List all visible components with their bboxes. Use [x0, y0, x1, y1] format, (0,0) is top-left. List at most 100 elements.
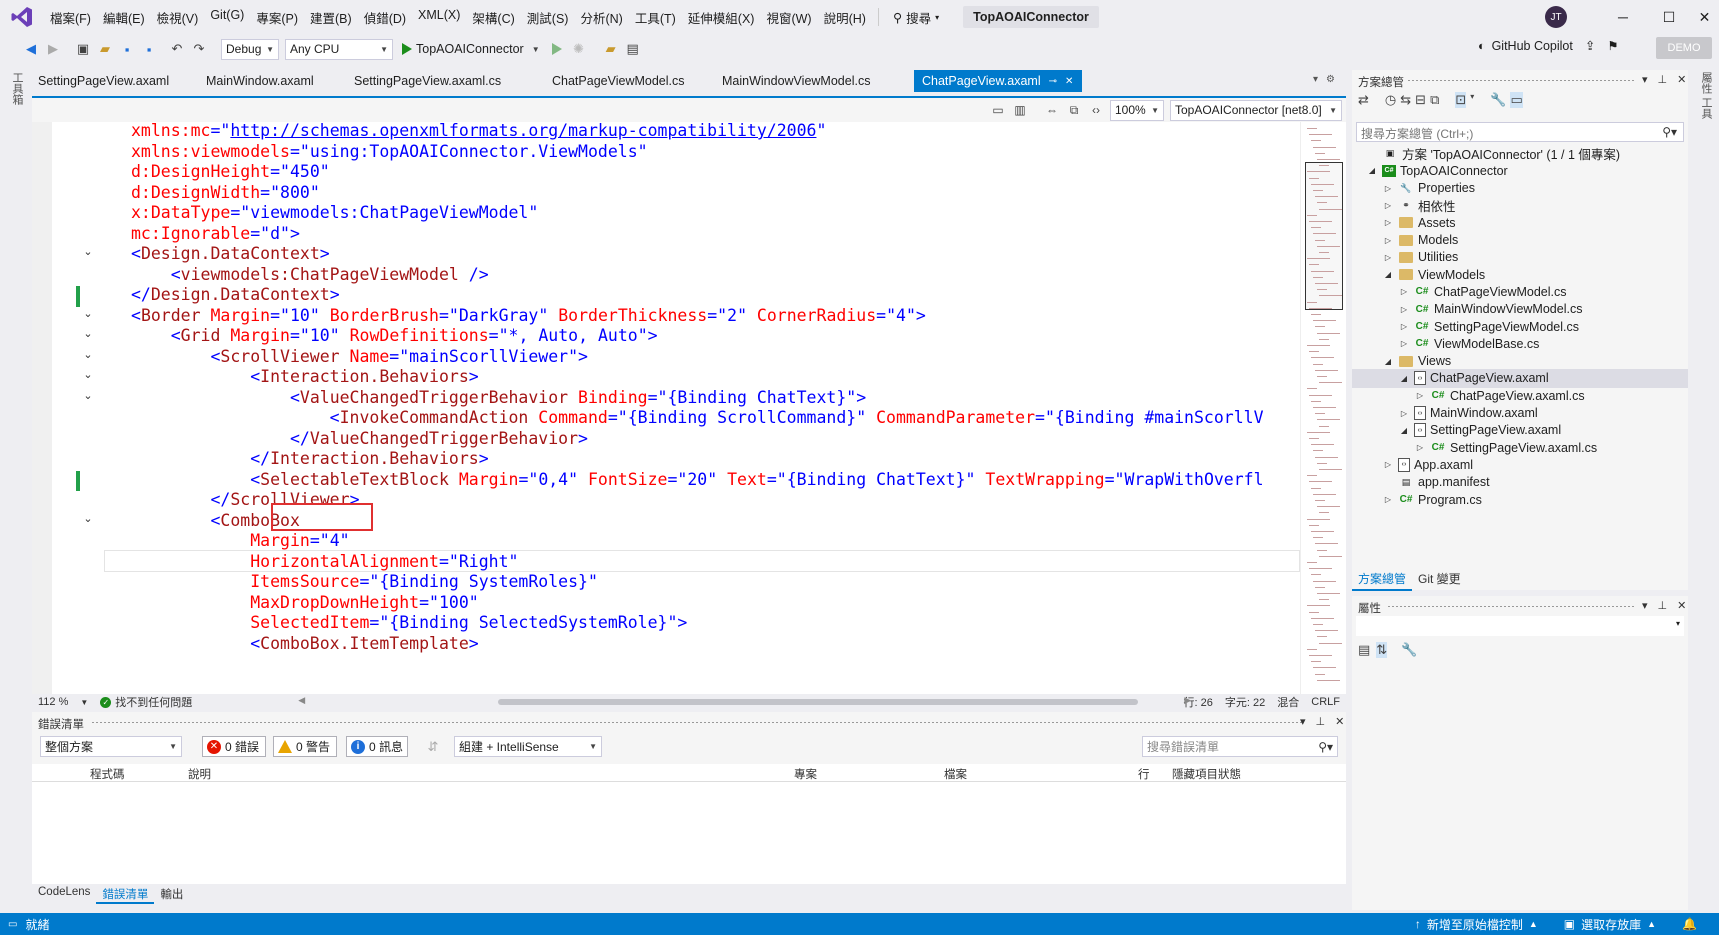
start-without-debug-icon[interactable] — [546, 38, 568, 60]
document-tab[interactable]: ChatPageViewModel.cs — [544, 70, 714, 92]
user-avatar[interactable]: JT — [1545, 6, 1567, 28]
start-debug-button[interactable]: TopAOAIConnector ▼ — [396, 42, 546, 56]
collapsed-icon[interactable]: ▷ — [1398, 305, 1410, 314]
document-tab[interactable]: ChatPageView.axaml ⊸ ✕ — [914, 70, 1082, 92]
target-framework-combo[interactable]: TopAOAIConnector [net8.0] ▼ — [1170, 99, 1342, 121]
menu-item[interactable]: 分析(N) — [574, 8, 628, 27]
code-editor[interactable]: xmlns:mc="http://schemas.openxmlformats.… — [32, 122, 1346, 694]
new-project-icon[interactable]: ▣ — [72, 38, 94, 60]
xaml-view-icon[interactable]: ‹› — [1085, 100, 1107, 120]
fold-toggle-icon[interactable]: ⌄ — [82, 368, 94, 381]
collapsed-icon[interactable]: ▷ — [1382, 495, 1394, 504]
object-selector[interactable]: ▾ — [1356, 616, 1684, 636]
zoom-combo[interactable]: 100% ▼ — [1110, 99, 1164, 121]
close-icon[interactable]: ✕ — [1677, 73, 1686, 86]
property-pages-icon[interactable]: 🔧 — [1401, 642, 1417, 658]
collapsed-icon[interactable]: ▷ — [1382, 184, 1394, 193]
tree-item[interactable]: ▷ C# ChatPageViewModel.cs — [1352, 282, 1688, 301]
open-folder-icon[interactable]: ▰ — [94, 38, 116, 60]
build-filter-combo[interactable]: 組建 + IntelliSense ▼ — [454, 736, 602, 757]
document-tab[interactable]: SettingPageView.axaml — [30, 70, 198, 92]
scrollbar-thumb[interactable] — [498, 699, 1139, 705]
chevron-down-icon[interactable]: ▼ — [74, 698, 94, 707]
col-suppression[interactable]: 隱藏項目狀態 — [1172, 766, 1241, 782]
menu-item[interactable]: 檢視(V) — [151, 8, 205, 27]
collapsed-icon[interactable]: ▷ — [1414, 391, 1426, 400]
collapse-all-icon[interactable]: ⊟ — [1415, 92, 1426, 108]
tree-item[interactable]: ▷ ‹› MainWindow.axaml — [1352, 404, 1688, 423]
issues-indicator[interactable]: ✓ 找不到任何問題 — [94, 694, 198, 710]
tab-output[interactable]: 輸出 — [154, 884, 189, 904]
menu-item[interactable]: 說明(H) — [818, 8, 872, 27]
save-all-icon[interactable]: ▪ — [138, 38, 160, 60]
menu-item[interactable]: 編輯(E) — [97, 8, 151, 27]
document-tab[interactable]: MainWindowViewModel.cs — [714, 70, 914, 92]
menu-item[interactable]: 視窗(W) — [760, 8, 817, 27]
tree-item[interactable]: ▷ Models — [1352, 231, 1688, 250]
dropdown-icon[interactable]: ▾ — [1642, 599, 1648, 612]
close-icon[interactable]: ✕ — [1065, 76, 1073, 87]
collapse-pane-icon[interactable]: ⧉ — [1063, 100, 1085, 120]
menu-item[interactable]: Git(G) — [204, 8, 250, 27]
fold-toggle-icon[interactable]: ⌄ — [82, 307, 94, 320]
minimap[interactable] — [1300, 122, 1346, 694]
tab-error-list[interactable]: 錯誤清單 — [96, 884, 155, 904]
expanded-icon[interactable]: ◢ — [1382, 357, 1394, 366]
filter-icon[interactable]: ⇵ — [422, 736, 444, 758]
menu-item[interactable]: 專案(P) — [250, 8, 304, 27]
fold-toggle-icon[interactable]: ⌄ — [82, 327, 94, 340]
tree-item[interactable]: ◢ ‹› ChatPageView.axaml — [1352, 368, 1688, 388]
split-view-icon[interactable]: ▥ — [1009, 100, 1031, 120]
col-code[interactable]: 程式碼 — [90, 766, 125, 782]
forward-icon[interactable]: ▶ — [42, 38, 64, 60]
expanded-icon[interactable]: ◢ — [1398, 374, 1410, 383]
col-file[interactable]: 檔案 — [944, 766, 967, 782]
solution-search-input[interactable]: 搜尋方案總管 (Ctrl+;) ⚲▾ — [1356, 122, 1684, 142]
col-project[interactable]: 專案 — [794, 766, 817, 782]
pin-icon[interactable]: ⊥ — [1658, 599, 1668, 612]
pin-icon[interactable]: ⊸ — [1049, 76, 1057, 87]
toolbox-tab[interactable]: 工具箱 — [9, 72, 25, 105]
collapsed-icon[interactable]: ▷ — [1398, 287, 1410, 296]
preview-icon[interactable]: ▭ — [1510, 92, 1523, 108]
errors-toggle[interactable]: ✕ 0 錯誤 — [202, 736, 266, 757]
search-button[interactable]: ⚲ 搜尋 ▾ — [885, 8, 947, 27]
tree-item[interactable]: ◢ Views — [1352, 352, 1688, 371]
back-icon[interactable]: ◀ — [20, 38, 42, 60]
tree-item[interactable]: ▷ C# SettingPageViewModel.cs — [1352, 317, 1688, 336]
tree-item[interactable]: ▷ 🔧 Properties — [1352, 179, 1688, 198]
categorized-icon[interactable]: ▤ — [1358, 642, 1370, 658]
maximize-button[interactable]: ☐ — [1646, 0, 1692, 34]
tree-item[interactable]: ▷ C# ViewModelBase.cs — [1352, 334, 1688, 353]
collapsed-icon[interactable]: ▷ — [1414, 443, 1426, 452]
document-tab[interactable]: SettingPageView.axaml.cs — [346, 70, 544, 92]
close-icon[interactable]: ✕ — [1335, 715, 1344, 728]
menu-item[interactable]: XML(X) — [412, 8, 466, 27]
dropdown-icon[interactable]: ▾ — [1642, 73, 1648, 86]
platform-combo[interactable]: Any CPU ▼ — [285, 38, 393, 60]
tab-solution-explorer[interactable]: 方案總管 — [1352, 568, 1413, 591]
github-copilot-button[interactable]: ◐ GitHub Copilot ⇪ ⚑ — [1478, 38, 1619, 54]
tabs-mode-indicator[interactable]: 混合 — [1271, 694, 1305, 710]
menu-item[interactable]: 延伸模組(X) — [682, 8, 761, 27]
tab-list-icon[interactable]: ▾ — [1313, 74, 1318, 85]
hot-reload-icon[interactable]: ✺ — [568, 38, 590, 60]
dropdown-icon[interactable]: ▾ — [1300, 715, 1306, 728]
tree-item[interactable]: ▷ Utilities — [1352, 248, 1688, 267]
add-to-source-control[interactable]: ↑ 新增至原始檔控制 ▲ — [1415, 916, 1538, 933]
document-tab[interactable]: MainWindow.axaml — [198, 70, 346, 92]
save-icon[interactable]: ▪ — [116, 38, 138, 60]
tree-item[interactable]: ▷ ⚭ 相依性 — [1352, 196, 1688, 215]
collapsed-icon[interactable]: ▷ — [1382, 236, 1394, 245]
tree-item[interactable]: ▤ app.manifest — [1352, 473, 1688, 492]
collapsed-icon[interactable]: ▷ — [1398, 322, 1410, 331]
scroll-right-icon[interactable]: ▶ — [1184, 695, 1191, 706]
menu-item[interactable]: 建置(B) — [304, 8, 358, 27]
wrench-icon[interactable]: 🔧 — [1490, 92, 1506, 108]
browse-folder-icon[interactable]: ▰ — [600, 38, 622, 60]
tree-item[interactable]: ◢ C# TopAOAIConnector — [1352, 161, 1688, 180]
tab-settings-icon[interactable]: ⚙ — [1326, 74, 1335, 85]
tab-git-changes[interactable]: Git 變更 — [1412, 568, 1467, 591]
tree-item[interactable]: ▣ 方案 'TopAOAIConnector' (1 / 1 個專案) — [1352, 144, 1688, 163]
error-search-input[interactable]: 搜尋錯誤清單 ⚲▾ — [1142, 736, 1338, 757]
